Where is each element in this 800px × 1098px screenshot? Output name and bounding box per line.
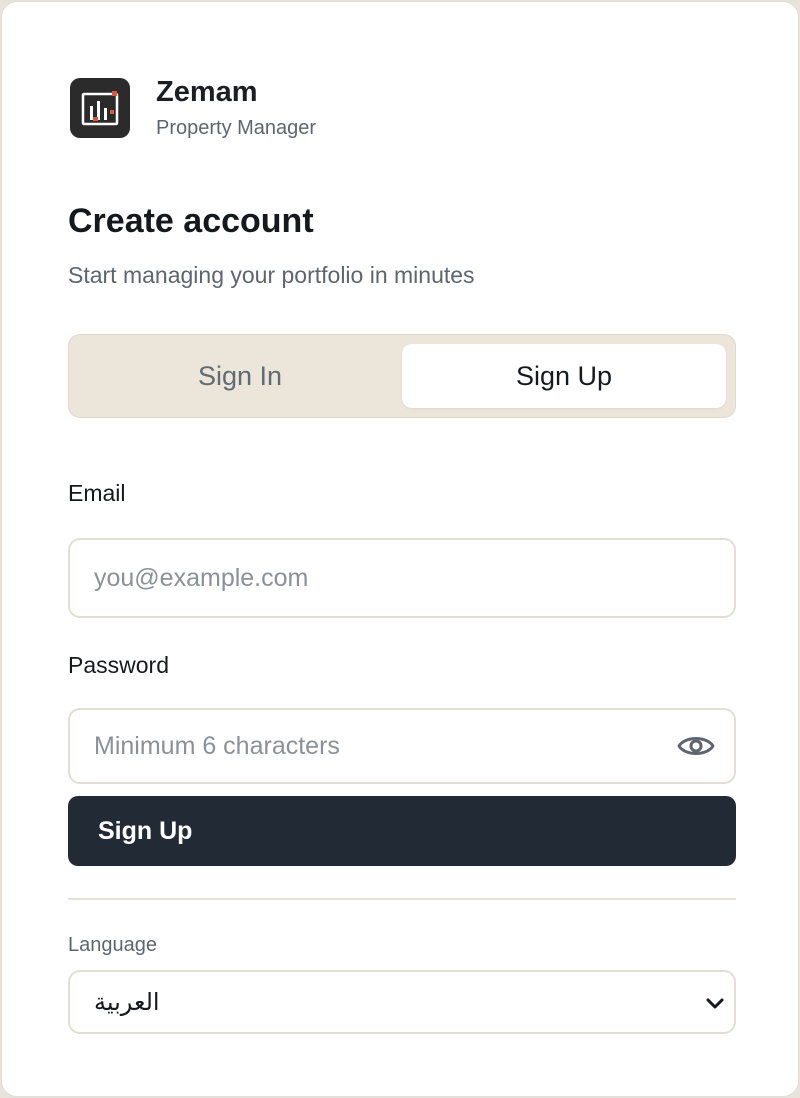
password-label: Password xyxy=(68,652,169,678)
eye-icon xyxy=(677,737,715,755)
language-selected-value: العربية xyxy=(94,988,160,1016)
language-label: Language xyxy=(68,934,157,956)
chevron-down-icon xyxy=(706,998,724,1009)
email-label: Email xyxy=(68,480,126,506)
signup-card: Zemam Property Manager Create account St… xyxy=(1,1,799,1097)
brand-text: Zemam Property Manager xyxy=(156,76,316,140)
show-password-toggle[interactable] xyxy=(676,728,716,764)
password-field[interactable] xyxy=(68,708,736,784)
brand-header: Zemam Property Manager xyxy=(70,76,316,140)
page-subtitle: Start managing your portfolio in minutes xyxy=(68,262,475,288)
sign-up-button[interactable]: Sign Up xyxy=(68,796,736,866)
divider xyxy=(68,898,736,900)
language-select[interactable]: العربية xyxy=(68,970,736,1034)
tab-sign-up[interactable]: Sign Up xyxy=(402,344,726,408)
page-title: Create account xyxy=(68,202,314,240)
app-logo xyxy=(70,78,130,138)
brand-name: Zemam xyxy=(156,76,258,108)
auth-mode-toggle: Sign In Sign Up xyxy=(68,334,736,418)
building-chart-icon xyxy=(81,91,119,126)
email-field[interactable] xyxy=(68,538,736,618)
brand-subtitle: Property Manager xyxy=(156,117,317,139)
tab-sign-in[interactable]: Sign In xyxy=(78,344,402,408)
